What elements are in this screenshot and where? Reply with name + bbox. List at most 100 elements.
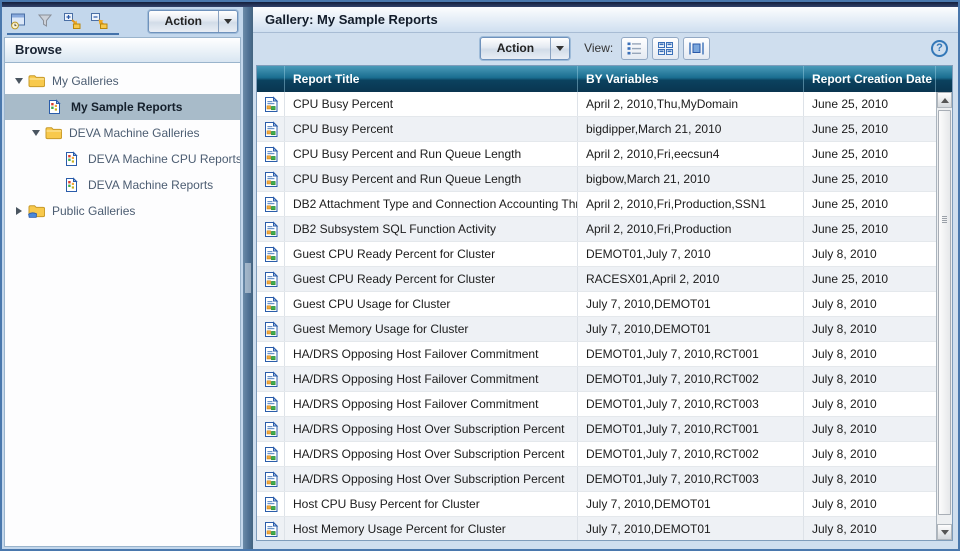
cell-report-title: HA/DRS Opposing Host Failover Commitment <box>285 392 578 416</box>
table-row[interactable]: Host CPU Busy Percent for Cluster July 7,… <box>257 492 936 517</box>
tree-item-deva-machine-galleries[interactable]: DEVA Machine Galleries <box>5 120 240 146</box>
table-row[interactable]: HA/DRS Opposing Host Over Subscription P… <box>257 417 936 442</box>
application-window: Action Browse My Galleries My Sample Repo… <box>0 0 960 551</box>
cell-creation-date: July 8, 2010 <box>812 522 877 536</box>
cell-creation-date: July 8, 2010 <box>812 347 877 361</box>
cell-by-variables: DEMOT01,July 7, 2010,RCT003 <box>578 467 804 491</box>
cell-creation-date: July 8, 2010 <box>812 447 877 461</box>
cell-by-variables: DEMOT01,July 7, 2010,RCT003 <box>578 392 804 416</box>
browse-action-label: Action <box>164 13 202 28</box>
cell-report-title: HA/DRS Opposing Host Over Subscription P… <box>285 442 578 466</box>
toolbar-underline <box>7 33 119 35</box>
browse-action-dropdown[interactable] <box>218 10 237 32</box>
tree-item-public-galleries[interactable]: Public Galleries <box>5 198 240 224</box>
report-document-icon <box>257 492 285 516</box>
report-table: Report Title BY Variables Report Creatio… <box>256 65 953 541</box>
icon-column-header <box>257 66 285 92</box>
column-header-creation-date[interactable]: Report Creation Date <box>804 66 936 92</box>
splitter-grip-icon <box>245 263 251 293</box>
table-row[interactable]: CPU Busy Percent and Run Queue Length Apr… <box>257 142 936 167</box>
cell-creation-date: July 8, 2010 <box>812 497 877 511</box>
tree-item-deva-machine-cpu-reports[interactable]: DEVA Machine CPU Reports <box>5 146 240 172</box>
table-row[interactable]: Guest CPU Ready Percent for Cluster RACES… <box>257 267 936 292</box>
report-document-icon <box>257 292 285 316</box>
report-document-icon <box>257 242 285 266</box>
tree-item-my-sample-reports[interactable]: My Sample Reports <box>5 94 240 120</box>
table-row[interactable]: HA/DRS Opposing Host Over Subscription P… <box>257 467 936 492</box>
gallery-action-label: Action <box>496 40 535 55</box>
tree-item-label: Public Galleries <box>52 204 136 218</box>
gallery-panel: Gallery: My Sample Reports Action View: <box>253 7 958 549</box>
cell-creation-date: June 25, 2010 <box>812 122 889 136</box>
scrollbar-thumb[interactable] <box>938 110 951 515</box>
report-document-icon <box>257 367 285 391</box>
scrollbar-header-stub <box>936 66 952 92</box>
cell-creation-date: June 25, 2010 <box>812 147 889 161</box>
expand-all-icon[interactable] <box>62 12 82 31</box>
cell-report-title: CPU Busy Percent and Run Queue Length <box>285 167 578 191</box>
cell-report-title: DB2 Attachment Type and Connection Accou… <box>285 192 578 216</box>
cell-by-variables: April 2, 2010,Thu,MyDomain <box>578 92 804 116</box>
cell-creation-date: June 25, 2010 <box>812 97 889 111</box>
cell-by-variables: DEMOT01,July 7, 2010,RCT001 <box>578 342 804 366</box>
table-row[interactable]: CPU Busy Percent bigdipper,March 21, 2010… <box>257 117 936 142</box>
browse-action-button[interactable]: Action <box>147 9 238 33</box>
cell-by-variables: April 2, 2010,Fri,Production <box>578 217 804 241</box>
tree-item-label: My Sample Reports <box>71 100 183 114</box>
table-row[interactable]: HA/DRS Opposing Host Failover Commitment… <box>257 367 936 392</box>
table-row[interactable]: HA/DRS Opposing Host Over Subscription P… <box>257 442 936 467</box>
vertical-scrollbar[interactable] <box>936 92 952 540</box>
table-row[interactable]: DB2 Attachment Type and Connection Accou… <box>257 192 936 217</box>
report-document-icon <box>257 417 285 441</box>
cell-creation-date: July 8, 2010 <box>812 397 877 411</box>
report-document-icon <box>257 317 285 341</box>
gallery-action-button[interactable]: Action <box>479 36 571 60</box>
report-document-icon <box>257 392 285 416</box>
cell-by-variables: April 2, 2010,Fri,eecsun4 <box>578 142 804 166</box>
cell-report-title: HA/DRS Opposing Host Failover Commitment <box>285 367 578 391</box>
panel-splitter[interactable] <box>243 7 253 549</box>
grid-view-icon[interactable] <box>652 36 680 60</box>
cell-report-title: Guest Memory Usage for Cluster <box>285 317 578 341</box>
table-row[interactable]: HA/DRS Opposing Host Failover Commitment… <box>257 342 936 367</box>
cell-creation-date: June 25, 2010 <box>812 222 889 236</box>
table-row[interactable]: Guest CPU Ready Percent for Cluster DEMOT… <box>257 242 936 267</box>
cell-report-title: CPU Busy Percent and Run Queue Length <box>285 142 578 166</box>
gallery-icon <box>64 151 82 167</box>
tree-item-my-galleries[interactable]: My Galleries <box>5 68 240 94</box>
view-mode-switcher <box>621 36 711 60</box>
scroll-down-button[interactable] <box>937 524 952 540</box>
gallery-action-dropdown[interactable] <box>550 37 569 59</box>
list-view-icon[interactable] <box>621 36 649 60</box>
table-row[interactable]: CPU Busy Percent April 2, 2010,Thu,MyDoma… <box>257 92 936 117</box>
cell-report-title: CPU Busy Percent <box>285 117 578 141</box>
scroll-up-button[interactable] <box>937 92 952 108</box>
help-icon[interactable]: ? <box>930 39 948 57</box>
arrow-up-icon <box>940 97 949 103</box>
column-header-by-variables[interactable]: BY Variables <box>578 66 804 92</box>
carousel-view-icon[interactable] <box>683 36 711 60</box>
preview-panel-icon[interactable] <box>8 12 28 31</box>
column-header-report-title[interactable]: Report Title <box>285 66 578 92</box>
report-document-icon <box>257 517 285 540</box>
filter-icon[interactable] <box>35 12 55 31</box>
collapse-all-icon[interactable] <box>89 12 109 31</box>
cell-by-variables: July 7, 2010,DEMOT01 <box>578 492 804 516</box>
gallery-toolbar: Action View: ? <box>253 33 958 63</box>
table-row[interactable]: CPU Busy Percent and Run Queue Length big… <box>257 167 936 192</box>
table-row[interactable]: Host Memory Usage Percent for Cluster Jul… <box>257 517 936 540</box>
scrollbar-track[interactable] <box>937 108 952 524</box>
cell-creation-date: July 8, 2010 <box>812 372 877 386</box>
table-row[interactable]: Guest CPU Usage for Cluster July 7, 2010,… <box>257 292 936 317</box>
tree-caret-collapsed-icon[interactable] <box>13 207 25 215</box>
table-row[interactable]: DB2 Subsystem SQL Function Activity April… <box>257 217 936 242</box>
tree-item-deva-machine-reports[interactable]: DEVA Machine Reports <box>5 172 240 198</box>
cell-by-variables: bigbow,March 21, 2010 <box>578 167 804 191</box>
cell-creation-date: June 25, 2010 <box>812 272 889 286</box>
table-row[interactable]: Guest Memory Usage for Cluster July 7, 20… <box>257 317 936 342</box>
report-document-icon <box>257 92 285 116</box>
report-document-icon <box>257 467 285 491</box>
table-row[interactable]: HA/DRS Opposing Host Failover Commitment… <box>257 392 936 417</box>
tree-caret-expanded-icon[interactable] <box>13 78 25 84</box>
tree-caret-expanded-icon[interactable] <box>30 130 42 136</box>
